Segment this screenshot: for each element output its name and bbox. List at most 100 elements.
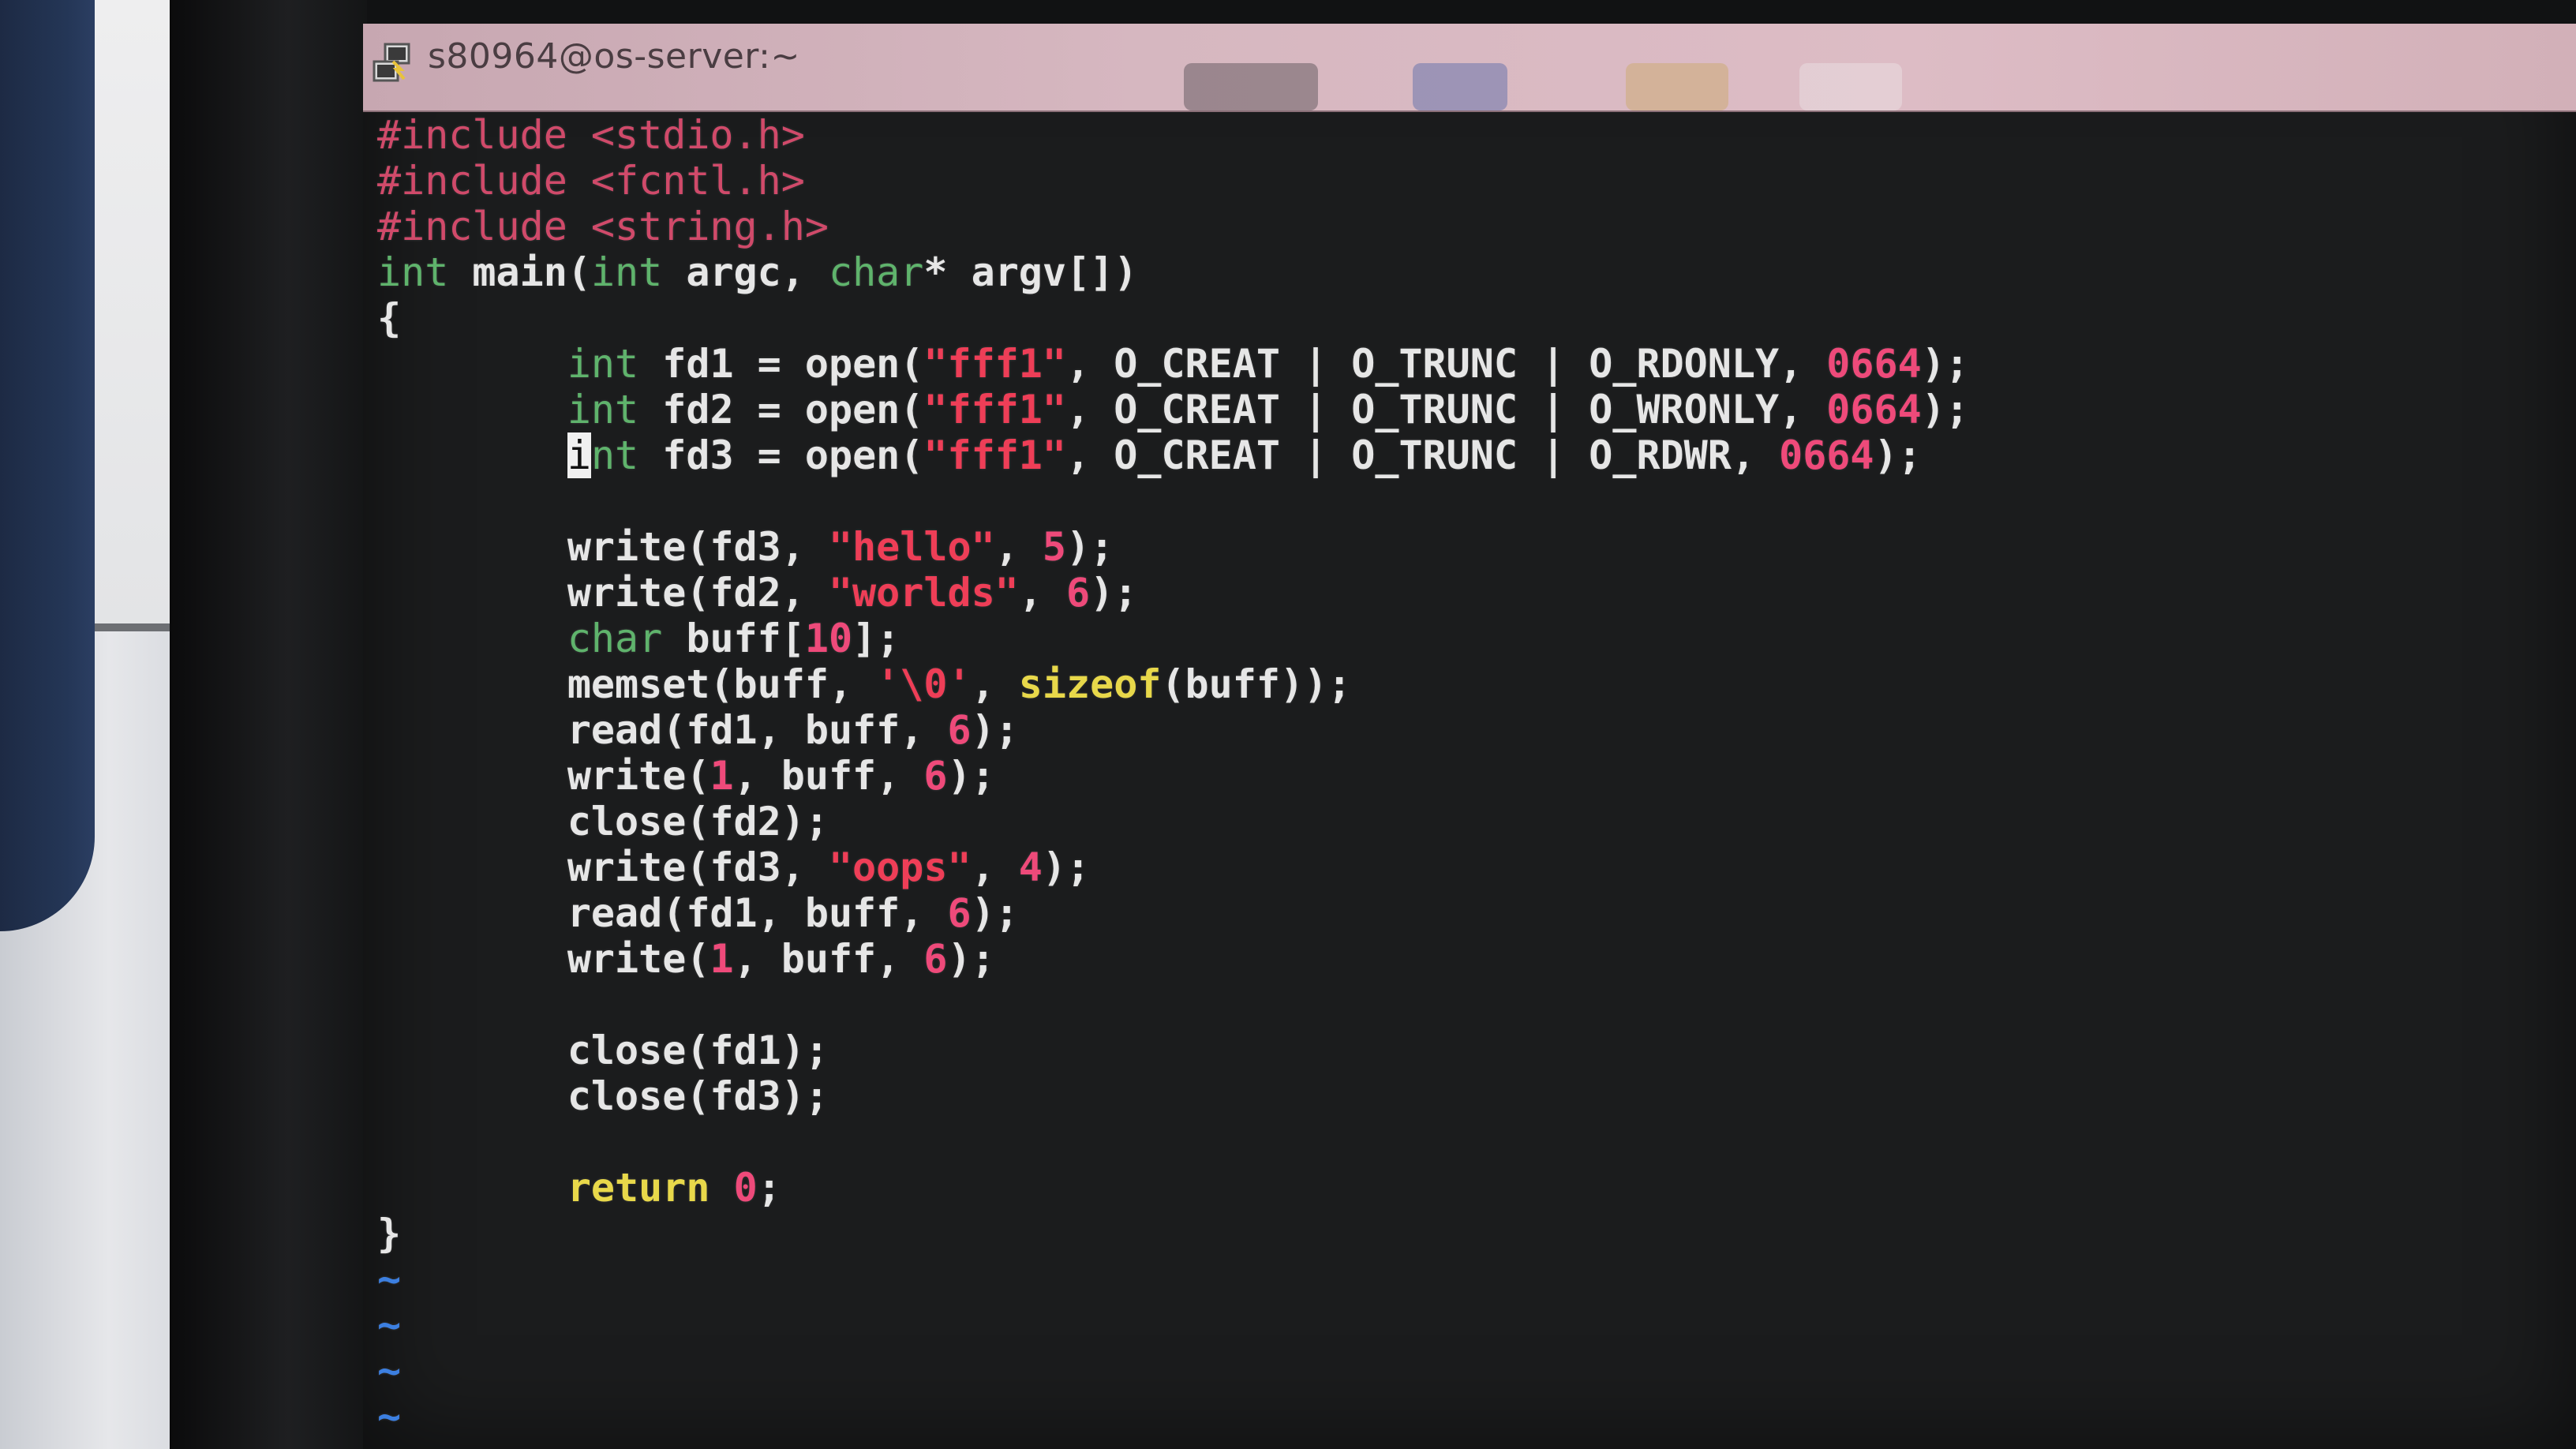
code-token: 6 [947, 890, 972, 936]
code-token: write(fd2, [377, 570, 829, 616]
code-token: int [590, 249, 663, 295]
code-token: , [971, 661, 1019, 707]
code-token: (buff)); [1161, 661, 1352, 707]
code-line: write(fd2, "worlds", 6); [377, 570, 2571, 616]
code-line: write(1, buff, 6); [377, 936, 2571, 982]
code-line: int fd1 = open("fff1", O_CREAT | O_TRUNC… [377, 341, 2571, 387]
code-token: , [994, 524, 1043, 570]
code-token: 0664 [1826, 387, 1922, 432]
code-token: char [828, 249, 924, 295]
code-token: , [1018, 570, 1066, 616]
code-token: write( [377, 753, 710, 799]
code-line: { [377, 295, 2571, 341]
code-token: , O_CREAT | O_TRUNC | O_WRONLY, [1066, 387, 1827, 432]
code-token: 0 [733, 1165, 758, 1211]
code-token: , O_CREAT | O_TRUNC | O_RDONLY, [1066, 341, 1827, 387]
code-token: write( [377, 936, 710, 982]
code-token: sizeof [1018, 661, 1162, 707]
taskbar-reflection [837, 55, 2020, 110]
empty-line-tilde: ~ [377, 1348, 2571, 1394]
code-token: read(fd1, buff, [377, 707, 948, 753]
code-token: ~ [377, 1256, 402, 1302]
code-token: #include <fcntl.h> [377, 158, 805, 204]
code-token: 1 [710, 753, 734, 799]
code-token: main( [448, 249, 591, 295]
code-token: 10 [804, 616, 853, 661]
window-title: s80964@os-server:~ [428, 36, 800, 77]
code-token: * argv[]) [923, 249, 1138, 295]
code-token: read(fd1, buff, [377, 890, 948, 936]
code-token: , buff, [733, 936, 924, 982]
code-token: 0664 [1826, 341, 1922, 387]
code-token: ); [947, 936, 995, 982]
code-token: fd2 = open( [638, 387, 924, 432]
code-token: ); [1066, 524, 1114, 570]
code-token: 6 [1066, 570, 1091, 616]
terminal-titlebar[interactable]: s80964@os-server:~ [363, 24, 2576, 112]
code-token: ); [1921, 387, 1969, 432]
code-token: ); [1042, 844, 1091, 890]
code-line: close(fd1); [377, 1028, 2571, 1073]
code-token: int [377, 249, 449, 295]
code-token: , O_CREAT | O_TRUNC | O_RDWR, [1066, 432, 1780, 478]
terminal-window[interactable]: s80964@os-server:~ #include <stdio.h> #in… [363, 24, 2576, 1449]
code-token: #include <string.h> [377, 204, 829, 249]
putty-terminal-icon[interactable] [369, 41, 417, 88]
vim-editor-buffer[interactable]: #include <stdio.h> #include <fcntl.h> #inc… [377, 112, 2571, 1446]
code-token: ~ [377, 1394, 402, 1440]
code-token: '\0' [876, 661, 972, 707]
photo-scene: s80964@os-server:~ #include <stdio.h> #in… [0, 0, 2576, 1449]
code-token: 5 [1042, 524, 1066, 570]
code-token: ); [971, 890, 1019, 936]
code-token: "hello" [828, 524, 995, 570]
code-token: "fff1" [923, 387, 1066, 432]
code-line: #include <stdio.h> [377, 112, 2571, 158]
code-token: "worlds" [828, 570, 1019, 616]
text-cursor: i [567, 432, 591, 478]
code-line: #include <fcntl.h> [377, 158, 2571, 204]
empty-line-tilde: ~ [377, 1394, 2571, 1440]
code-token: fd3 = open( [638, 432, 924, 478]
code-token: 6 [947, 707, 972, 753]
code-token: int [567, 387, 639, 432]
code-token: , buff, [733, 753, 924, 799]
code-line: char buff[10]; [377, 616, 2571, 661]
code-token: 6 [923, 936, 948, 982]
code-token: nt [590, 432, 639, 478]
code-line: write(1, buff, 6); [377, 753, 2571, 799]
code-token: #include <stdio.h> [377, 112, 805, 158]
code-token: ); [1090, 570, 1138, 616]
code-token: } [377, 1211, 402, 1256]
code-line: int fd3 = open("fff1", O_CREAT | O_TRUNC… [377, 432, 2571, 478]
code-token: ~ [377, 1302, 402, 1348]
code-line: close(fd2); [377, 799, 2571, 844]
code-token: buff[ [662, 616, 805, 661]
code-line: int main(int argc, char* argv[]) [377, 249, 2571, 295]
code-line: memset(buff, '\0', sizeof(buff)); [377, 661, 2571, 707]
code-line: #include <string.h> [377, 204, 2571, 249]
code-token: "fff1" [923, 432, 1067, 478]
code-token: fd1 = open( [638, 341, 924, 387]
code-token: ); [971, 707, 1019, 753]
code-token: 0664 [1779, 432, 1874, 478]
code-line: read(fd1, buff, 6); [377, 707, 2571, 753]
person-jacket [0, 0, 95, 931]
code-line: int fd2 = open("fff1", O_CREAT | O_TRUNC… [377, 387, 2571, 432]
code-token: ]; [852, 616, 900, 661]
code-token: close(fd2); [377, 799, 829, 844]
code-line: close(fd3); [377, 1073, 2571, 1119]
code-token: int [567, 341, 639, 387]
monitor-bezel-left [170, 0, 367, 1449]
code-token: ); [1921, 341, 1969, 387]
code-token: char [567, 616, 663, 661]
code-token: return [567, 1165, 710, 1211]
